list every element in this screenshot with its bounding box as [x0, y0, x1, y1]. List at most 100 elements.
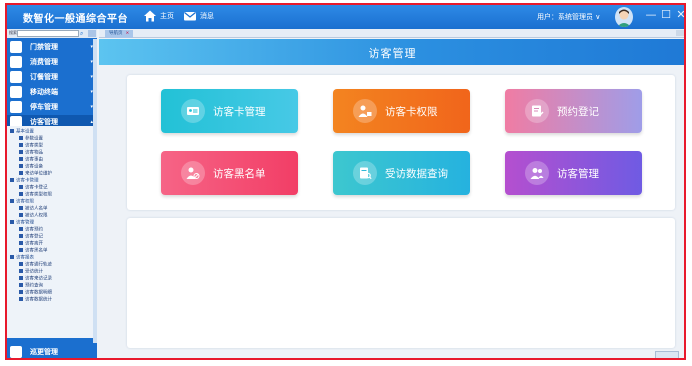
patrol-icon — [10, 346, 22, 358]
sidebar-item-label: 停车管理 — [30, 103, 58, 111]
search-button[interactable] — [88, 30, 96, 37]
tree-label: 访客来访记录 — [25, 276, 52, 282]
tree-item[interactable]: 访客事由 — [19, 157, 43, 164]
tree-item[interactable]: 受访统计 — [19, 269, 43, 276]
tree-item[interactable]: 访客类型 — [19, 143, 43, 150]
user-menu[interactable]: 用户：系统管理员 ∨ — [537, 12, 600, 22]
page-icon — [19, 213, 23, 217]
sidebar-item-label: 订餐管理 — [30, 73, 58, 81]
page-icon — [19, 234, 23, 238]
nav-message-link[interactable]: 消息 — [183, 9, 214, 23]
tree-item[interactable]: 访客离开 — [19, 241, 43, 248]
tree-item[interactable]: 访客预约 — [19, 227, 43, 234]
tree-label: 基本设置 — [16, 129, 34, 135]
avatar[interactable] — [615, 7, 633, 27]
tree-item[interactable]: 预约查询 — [19, 283, 43, 290]
tree-item[interactable]: 来访单位维护 — [19, 171, 52, 178]
sidebar-tree: 基本设置 参数设置 访客类型 访客物品 访客事由 访客设备 来访单位维护 访客卡… — [7, 126, 97, 338]
tree-item[interactable]: 访客来访记录 — [19, 276, 52, 283]
folder-icon — [10, 129, 14, 133]
tree-label: 访客设备 — [25, 164, 43, 170]
top-bar: 数智化一般通综合平台 主页 消息 用户：系统管理员 ∨ — ☐ ✕ — [7, 5, 684, 29]
tree-item[interactable]: 访客类型权限 — [19, 192, 52, 199]
tree-label: 被访人权限 — [25, 213, 48, 219]
tile-visitor-management[interactable]: 访客管理 — [505, 151, 642, 195]
tree-item[interactable]: 访客物品 — [19, 150, 43, 157]
tile-label: 访客黑名单 — [213, 167, 266, 180]
sidebar-item-door[interactable]: 门禁管理 ▾ — [7, 40, 97, 54]
tab-bar: 导航页 × — [99, 29, 684, 38]
sidebar-item-meal[interactable]: 订餐管理 ▾ — [7, 70, 97, 84]
sidebar-item-consumption[interactable]: 消费管理 ▾ — [7, 55, 97, 69]
tree-item[interactable]: 访客黑名单 — [19, 248, 48, 255]
search-icon[interactable]: ⌕ — [80, 30, 87, 37]
page-icon — [19, 136, 23, 140]
tab-navigation[interactable]: 导航页 × — [105, 30, 134, 38]
tree-label: 访客类型权限 — [25, 192, 52, 198]
page-icon — [19, 283, 23, 287]
tab-label: 导航页 — [109, 31, 123, 36]
tab-menu-button[interactable] — [676, 30, 684, 36]
page-icon — [19, 290, 23, 294]
page-icon — [19, 143, 23, 147]
user-block-icon — [181, 161, 205, 185]
tree-label: 访客类型 — [25, 143, 43, 149]
tree-label: 访客数据统计 — [25, 297, 52, 303]
tile-visitor-blacklist[interactable]: 访客黑名单 — [161, 151, 298, 195]
tree-item[interactable]: 访客数据明细 — [19, 290, 52, 297]
tree-item[interactable]: 访客通行轨迹 — [19, 262, 52, 269]
page-icon — [19, 227, 23, 231]
nav-message-label: 消息 — [200, 12, 214, 20]
tab-close-icon[interactable]: × — [126, 30, 130, 38]
meal-icon — [10, 71, 22, 83]
page-icon — [19, 157, 23, 161]
tree-item[interactable]: 访客卡登记 — [19, 185, 48, 192]
tile-label: 受访数据查询 — [385, 167, 448, 180]
tree-item[interactable]: 访客数据统计 — [19, 297, 52, 304]
id-card-icon — [181, 99, 205, 123]
tree-item[interactable]: 参数设置 — [19, 136, 43, 143]
sidebar-item-parking[interactable]: 停车管理 ▾ — [7, 100, 97, 114]
search-input[interactable] — [17, 30, 79, 37]
sidebar: 搜索 ⌕ 门禁管理 ▾ 消费管理 ▾ 订餐管理 ▾ 移动终端 ▾ 停车管理 ▾ … — [7, 29, 97, 358]
tree-group-basic[interactable]: 基本设置 — [10, 129, 34, 136]
tree-item[interactable]: 访客登记 — [19, 234, 43, 241]
sidebar-item-patrol[interactable]: 巡更管理 — [7, 344, 97, 358]
sidebar-scrollbar[interactable] — [93, 39, 97, 343]
tree-label: 访客数据明细 — [25, 290, 52, 296]
money-bag-icon — [10, 56, 22, 68]
nav-home-link[interactable]: 主页 — [143, 9, 174, 23]
tree-label: 访客权限 — [16, 199, 34, 205]
sidebar-item-label: 巡更管理 — [30, 348, 58, 356]
tile-visitor-card-management[interactable]: 访客卡管理 — [161, 89, 298, 133]
tree-group-permission[interactable]: 访客权限 — [10, 199, 34, 206]
tree-group-card[interactable]: 访客卡管理 — [10, 178, 39, 185]
tile-visit-data-query[interactable]: 受访数据查询 — [333, 151, 470, 195]
tree-item[interactable]: 被访人权限 — [19, 213, 48, 220]
tree-item[interactable]: 被访人名单 — [19, 206, 48, 213]
sidebar-item-label: 消费管理 — [30, 58, 58, 66]
tree-label: 访客通行轨迹 — [25, 262, 52, 268]
close-button[interactable]: ✕ — [675, 8, 684, 21]
tree-label: 受访统计 — [25, 269, 43, 275]
tree-label: 被访人名单 — [25, 206, 48, 212]
page-icon — [19, 297, 23, 301]
search-label: 搜索 — [9, 30, 17, 35]
folder-icon — [10, 255, 14, 259]
page-icon — [19, 192, 23, 196]
tree-group-manage[interactable]: 访客管理 — [10, 220, 34, 227]
tree-item[interactable]: 访客设备 — [19, 164, 43, 171]
tile-appointment-registration[interactable]: 预约登记 — [505, 89, 642, 133]
tree-label: 访客管理 — [16, 220, 34, 226]
tree-label: 访客登记 — [25, 234, 43, 240]
folder-icon — [10, 199, 14, 203]
sidebar-item-label: 门禁管理 — [30, 43, 58, 51]
minimize-button[interactable]: — — [645, 8, 657, 21]
tile-visitor-card-permission[interactable]: 访客卡权限 — [333, 89, 470, 133]
tree-group-report[interactable]: 访客报表 — [10, 255, 34, 262]
user-lock-icon — [353, 99, 377, 123]
sidebar-item-mobile[interactable]: 移动终端 ▾ — [7, 85, 97, 99]
maximize-button[interactable]: ☐ — [660, 8, 672, 21]
tree-label: 来访单位维护 — [25, 171, 52, 177]
document-search-icon — [353, 161, 377, 185]
